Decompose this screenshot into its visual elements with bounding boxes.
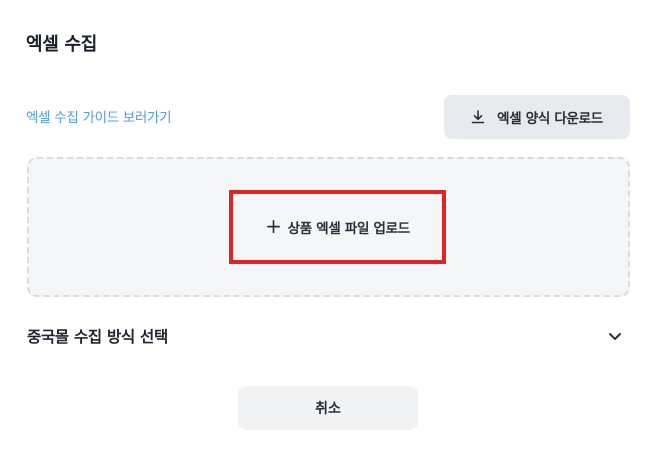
upload-excel-label: 상품 엑셀 파일 업로드	[287, 221, 411, 237]
page-title: 엑셀 수집	[26, 34, 98, 55]
excel-guide-link[interactable]: 엑셀 수집 가이드 보러가기	[26, 106, 172, 126]
china-mall-method-accordion[interactable]: 중국몰 수집 방식 선택	[27, 318, 627, 354]
plus-icon: +	[265, 214, 282, 238]
chevron-down-icon[interactable]	[607, 328, 623, 344]
accordion-label: 중국몰 수집 방식 선택	[27, 328, 168, 346]
download-template-label: 엑셀 양식 다운로드	[497, 111, 603, 127]
cancel-button[interactable]: 취소	[238, 386, 418, 430]
upload-excel-button[interactable]: + 상품 엑셀 파일 업로드	[229, 190, 446, 264]
download-icon	[471, 110, 485, 124]
download-template-button[interactable]: 엑셀 양식 다운로드	[444, 95, 630, 139]
